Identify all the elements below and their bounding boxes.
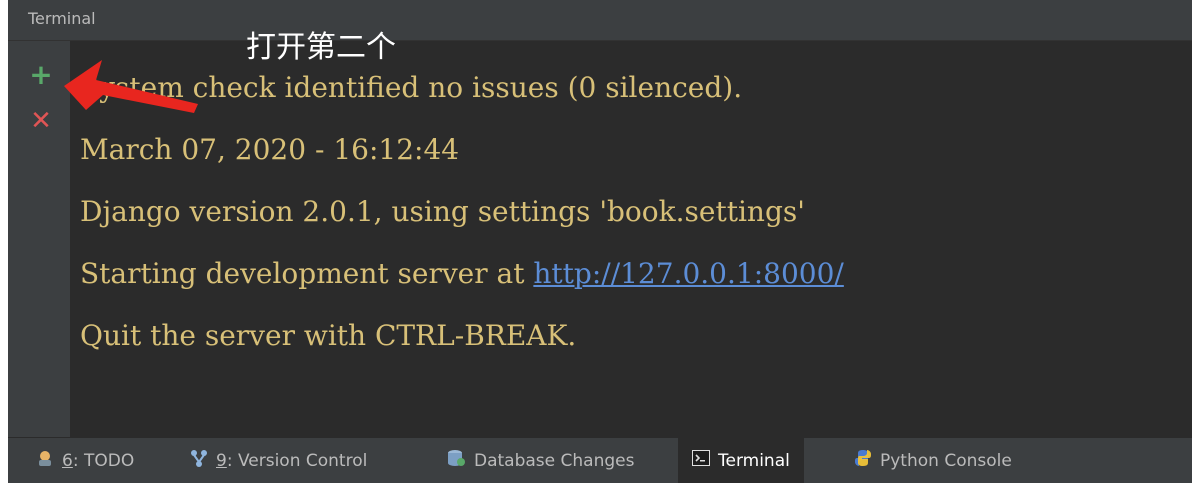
- tab-label: Terminal: [718, 450, 790, 471]
- tab-label: Database Changes: [474, 450, 635, 471]
- tab-number: 9: [216, 450, 227, 471]
- database-icon: [446, 449, 466, 472]
- terminal-line-text: Starting development server at: [80, 257, 534, 290]
- tab-terminal[interactable]: Terminal: [678, 438, 804, 483]
- tab-label: : Version Control: [226, 450, 368, 471]
- server-url-link[interactable]: http://127.0.0.1:8000/: [533, 257, 843, 290]
- annotation-arrow: [64, 60, 198, 113]
- tab-python-console[interactable]: Python Console: [844, 438, 1022, 483]
- tab-version-control[interactable]: 9: Version Control: [180, 438, 377, 483]
- terminal-tool-window: Terminal + ✕ System check identified no …: [8, 0, 1192, 483]
- version-control-icon: [190, 449, 208, 472]
- terminal-line: Quit the server with CTRL-BREAK.: [80, 319, 577, 352]
- tab-label: Python Console: [880, 450, 1012, 471]
- terminal-line: Django version 2.0.1, using settings 'bo…: [80, 195, 805, 228]
- tab-todo[interactable]: 6: TODO: [26, 438, 144, 483]
- tab-database-changes[interactable]: Database Changes: [436, 438, 644, 483]
- terminal-line: Starting development server at http://12…: [80, 257, 844, 290]
- tab-number: 6: [62, 450, 73, 471]
- todo-icon: [36, 449, 54, 472]
- python-icon: [854, 449, 872, 472]
- tab-label: : TODO: [72, 450, 135, 471]
- bottom-tool-bar: 6: TODO 9: Version Control Database Chan…: [8, 437, 1192, 483]
- terminal-icon: [692, 450, 710, 471]
